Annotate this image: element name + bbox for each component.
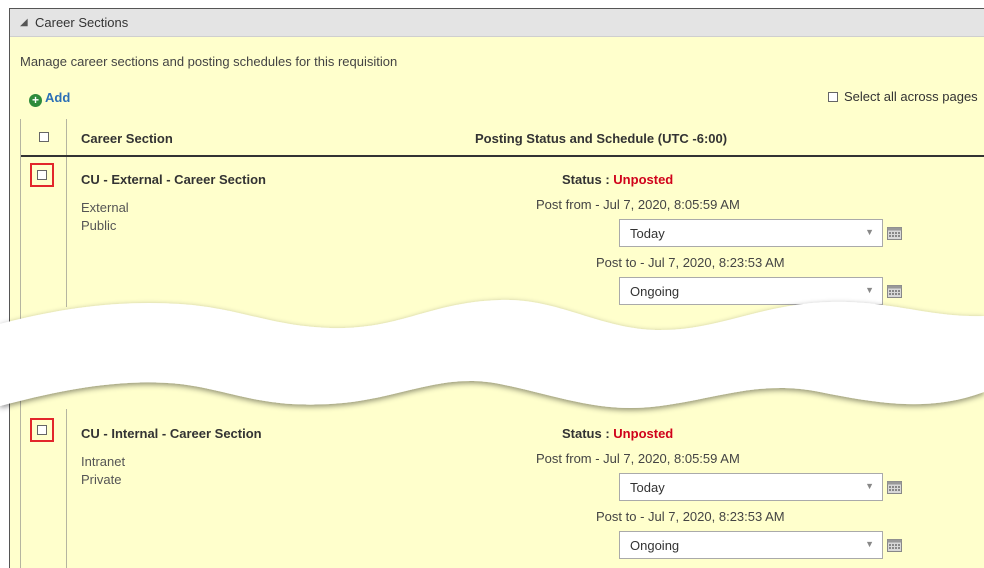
career-section-visibility: Private [81, 472, 122, 487]
post-to-value: Ongoing [630, 538, 680, 553]
status-line: Status : Unposted [562, 172, 674, 187]
header-select-checkbox[interactable] [39, 132, 49, 142]
post-to-dropdown[interactable]: Ongoing ▼ [619, 531, 883, 559]
chevron-down-icon: ▼ [865, 481, 874, 491]
post-from-value: Today [630, 480, 665, 495]
table-header-row: Career Section Posting Status and Schedu… [21, 119, 984, 157]
calendar-icon[interactable] [887, 538, 902, 552]
header-checkbox-cell [21, 119, 67, 155]
row-checkbox-highlight [30, 163, 54, 187]
career-section-visibility: Public [81, 218, 117, 233]
select-all-checkbox[interactable] [828, 92, 838, 102]
row-select-checkbox[interactable] [37, 170, 47, 180]
calendar-icon[interactable] [887, 480, 902, 494]
status-label: Status [562, 172, 602, 187]
post-from-text: Post from - Jul 7, 2020, 8:05:59 AM [536, 451, 740, 466]
header-posting-status: Posting Status and Schedule (UTC -6:00) [475, 131, 728, 146]
select-all-across-pages[interactable]: Select all across pages [828, 89, 978, 104]
section-description: Manage career sections and posting sched… [20, 54, 398, 69]
collapse-triangle-icon[interactable]: ◢ [20, 9, 28, 36]
career-section-type: External [81, 200, 129, 215]
post-from-text: Post from - Jul 7, 2020, 8:05:59 AM [536, 197, 740, 212]
section-title: Career Sections [35, 15, 129, 30]
section-header[interactable]: ◢ Career Sections [10, 9, 984, 37]
calendar-icon[interactable] [887, 226, 902, 240]
add-button[interactable]: + Add [29, 90, 70, 107]
post-from-value: Today [630, 226, 665, 241]
career-section-type: Intranet [81, 454, 126, 469]
select-all-label: Select all across pages [844, 89, 978, 104]
career-section-name: CU - External - Career Section [81, 172, 266, 187]
row-checkbox-cell [21, 409, 67, 568]
table-row: CU - Internal - Career Section Intranet … [21, 409, 984, 568]
chevron-down-icon: ▼ [865, 227, 874, 237]
post-to-text: Post to - Jul 7, 2020, 8:23:53 AM [596, 509, 785, 524]
post-from-dropdown[interactable]: Today ▼ [619, 219, 883, 247]
header-career-section: Career Section [81, 131, 173, 146]
add-label: Add [45, 90, 71, 105]
plus-circle-icon: + [29, 94, 42, 107]
torn-edge-separator [0, 299, 984, 408]
chevron-down-icon: ▼ [865, 539, 874, 549]
post-to-text: Post to - Jul 7, 2020, 8:23:53 AM [596, 255, 785, 270]
post-from-dropdown[interactable]: Today ▼ [619, 473, 883, 501]
status-value: Unposted [613, 172, 674, 187]
